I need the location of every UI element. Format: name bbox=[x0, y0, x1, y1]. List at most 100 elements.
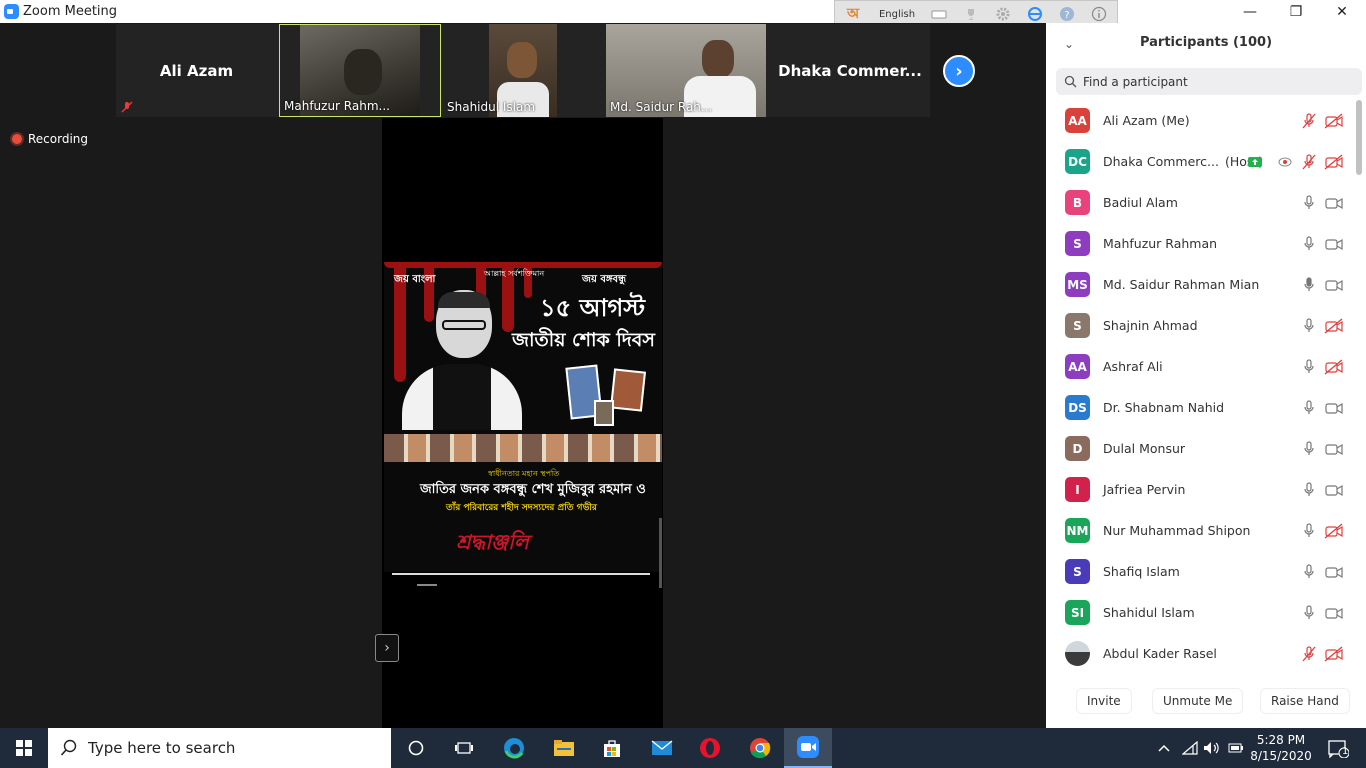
video-thumbnail[interactable]: Md. Saidur Rah... bbox=[606, 24, 784, 117]
participant-name-text: Badiul Alam bbox=[1103, 195, 1178, 210]
participants-scrollbar[interactable] bbox=[1356, 100, 1362, 175]
participant-row[interactable]: B Badiul Alam bbox=[1046, 182, 1354, 223]
camera-icon[interactable] bbox=[1324, 564, 1344, 580]
start-button[interactable] bbox=[0, 728, 48, 768]
avatar: D bbox=[1065, 436, 1090, 461]
taskbar-search-input[interactable] bbox=[88, 739, 368, 757]
unmute-me-button[interactable]: Unmute Me bbox=[1152, 688, 1244, 714]
avatar: S bbox=[1065, 231, 1090, 256]
poster-sub2: জাতির জনক বঙ্গবন্ধু শেখ মুজিবুর রহমান ও bbox=[420, 482, 646, 497]
next-page-arrow-button[interactable]: › bbox=[943, 55, 975, 87]
participant-row[interactable]: Abdul Kader Rasel bbox=[1046, 633, 1354, 674]
participant-row[interactable]: AA Ashraf Ali bbox=[1046, 346, 1354, 387]
battery-icon[interactable] bbox=[1224, 728, 1248, 768]
maximize-button[interactable]: ❐ bbox=[1273, 0, 1319, 23]
participant-name-text: Shahidul Islam bbox=[1103, 605, 1195, 620]
edge-browser-icon[interactable] bbox=[490, 728, 538, 768]
mic-icon[interactable] bbox=[1302, 481, 1316, 498]
info-icon[interactable] bbox=[1083, 6, 1115, 22]
participant-row[interactable]: S Shafiq Islam bbox=[1046, 551, 1354, 592]
video-thumbnail-active-speaker[interactable]: Mahfuzur Rahm... bbox=[279, 24, 441, 117]
participant-row[interactable]: S Mahfuzur Rahman bbox=[1046, 223, 1354, 264]
recording-indicator[interactable]: Recording bbox=[12, 132, 88, 146]
taskbar-clock[interactable]: 5:28 PM 8/15/2020 bbox=[1246, 732, 1316, 764]
participant-row[interactable]: AA Ali Azam (Me) bbox=[1046, 100, 1354, 141]
mic-icon[interactable] bbox=[1302, 235, 1316, 252]
internet-explorer-icon[interactable] bbox=[1019, 6, 1051, 22]
help-icon[interactable]: ? bbox=[1051, 6, 1083, 22]
avatar-photo bbox=[1065, 641, 1090, 666]
network-icon[interactable] bbox=[1178, 728, 1202, 768]
mic-icon[interactable] bbox=[1302, 358, 1316, 375]
camera-icon[interactable] bbox=[1324, 277, 1344, 293]
video-thumbnail[interactable]: Shahidul Islam bbox=[443, 24, 604, 117]
avatar: NM bbox=[1065, 518, 1090, 543]
video-thumbnail[interactable]: Dhaka Commer... bbox=[770, 24, 930, 117]
file-explorer-icon[interactable] bbox=[540, 728, 588, 768]
participant-row[interactable]: DS Dr. Shabnam Nahid bbox=[1046, 387, 1354, 428]
mic-icon[interactable] bbox=[1302, 399, 1316, 416]
raise-hand-button[interactable]: Raise Hand bbox=[1260, 688, 1350, 714]
video-thumbnail[interactable]: Ali Azam bbox=[116, 24, 277, 117]
participant-list: AA Ali Azam (Me) DC Dhaka Commerc... (Host) B… bbox=[1046, 100, 1354, 674]
mic-muted-icon[interactable] bbox=[1302, 645, 1316, 662]
mic-muted-icon[interactable] bbox=[1302, 112, 1316, 129]
participant-name-text: Mahfuzur Rahman bbox=[1103, 236, 1218, 251]
camera-off-icon[interactable] bbox=[1324, 112, 1344, 129]
search-input[interactable] bbox=[1083, 74, 1343, 89]
camera-off-icon[interactable] bbox=[1324, 645, 1344, 662]
close-button[interactable]: ✕ bbox=[1319, 0, 1365, 23]
microsoft-store-icon[interactable] bbox=[588, 728, 636, 768]
camera-off-icon[interactable] bbox=[1324, 358, 1344, 375]
gear-icon[interactable] bbox=[987, 7, 1019, 21]
trophy-icon[interactable] bbox=[955, 7, 987, 21]
camera-icon[interactable] bbox=[1324, 236, 1344, 252]
camera-icon[interactable] bbox=[1324, 441, 1344, 457]
camera-icon[interactable] bbox=[1324, 605, 1344, 621]
mic-icon[interactable] bbox=[1302, 317, 1316, 334]
participant-name: Mahfuzur Rahm... bbox=[284, 99, 390, 113]
camera-icon[interactable] bbox=[1324, 400, 1344, 416]
mic-icon[interactable] bbox=[1302, 522, 1316, 539]
camera-off-icon[interactable] bbox=[1324, 522, 1344, 539]
mic-icon[interactable] bbox=[1302, 440, 1316, 457]
chrome-browser-icon[interactable] bbox=[736, 728, 784, 768]
mail-icon[interactable] bbox=[638, 728, 686, 768]
participant-row[interactable]: D Dulal Monsur bbox=[1046, 428, 1354, 469]
zoom-taskbar-icon[interactable] bbox=[784, 728, 832, 768]
chevron-right-icon[interactable]: › bbox=[375, 634, 399, 662]
camera-icon[interactable] bbox=[1324, 482, 1344, 498]
camera-off-icon[interactable] bbox=[1324, 317, 1344, 334]
invite-button[interactable]: Invite bbox=[1076, 688, 1132, 714]
mic-icon[interactable] bbox=[1302, 563, 1316, 580]
participant-row[interactable]: SI Shahidul Islam bbox=[1046, 592, 1354, 633]
taskbar-search[interactable] bbox=[48, 728, 391, 768]
chevron-up-icon[interactable] bbox=[1152, 728, 1176, 768]
mic-icon[interactable] bbox=[1302, 194, 1316, 211]
volume-icon[interactable] bbox=[1200, 728, 1224, 768]
mic-icon[interactable] bbox=[1302, 604, 1316, 621]
portrait-hair bbox=[438, 292, 490, 308]
cortana-icon[interactable] bbox=[392, 728, 440, 768]
participant-row[interactable]: I Jafriea Pervin bbox=[1046, 469, 1354, 510]
participant-row[interactable]: DC Dhaka Commerc... (Host) bbox=[1046, 141, 1354, 182]
person-face bbox=[507, 42, 537, 78]
shared-screen-scrollbar[interactable] bbox=[659, 518, 662, 588]
participant-row[interactable]: NM Nur Muhammad Shipon bbox=[1046, 510, 1354, 551]
notification-count: 1 bbox=[1342, 746, 1349, 757]
participant-row[interactable]: S Shajnin Ahmad bbox=[1046, 305, 1354, 346]
mic-speaking-icon[interactable] bbox=[1302, 276, 1316, 293]
participant-row[interactable]: MS Md. Saidur Rahman Mian bbox=[1046, 264, 1354, 305]
task-view-icon[interactable] bbox=[440, 728, 488, 768]
mic-muted-icon[interactable] bbox=[1302, 153, 1316, 170]
keyboard-icon[interactable] bbox=[923, 9, 955, 19]
ime-language-label[interactable]: English bbox=[871, 9, 923, 20]
participant-name-text: Ashraf Ali bbox=[1103, 359, 1163, 374]
opera-browser-icon[interactable] bbox=[686, 728, 734, 768]
camera-off-icon[interactable] bbox=[1324, 153, 1344, 170]
minimize-button[interactable]: — bbox=[1227, 0, 1273, 23]
notification-center-icon[interactable]: 1 bbox=[1318, 728, 1358, 768]
participant-search[interactable] bbox=[1056, 68, 1362, 95]
windows-logo-icon bbox=[16, 740, 32, 756]
camera-icon[interactable] bbox=[1324, 195, 1344, 211]
